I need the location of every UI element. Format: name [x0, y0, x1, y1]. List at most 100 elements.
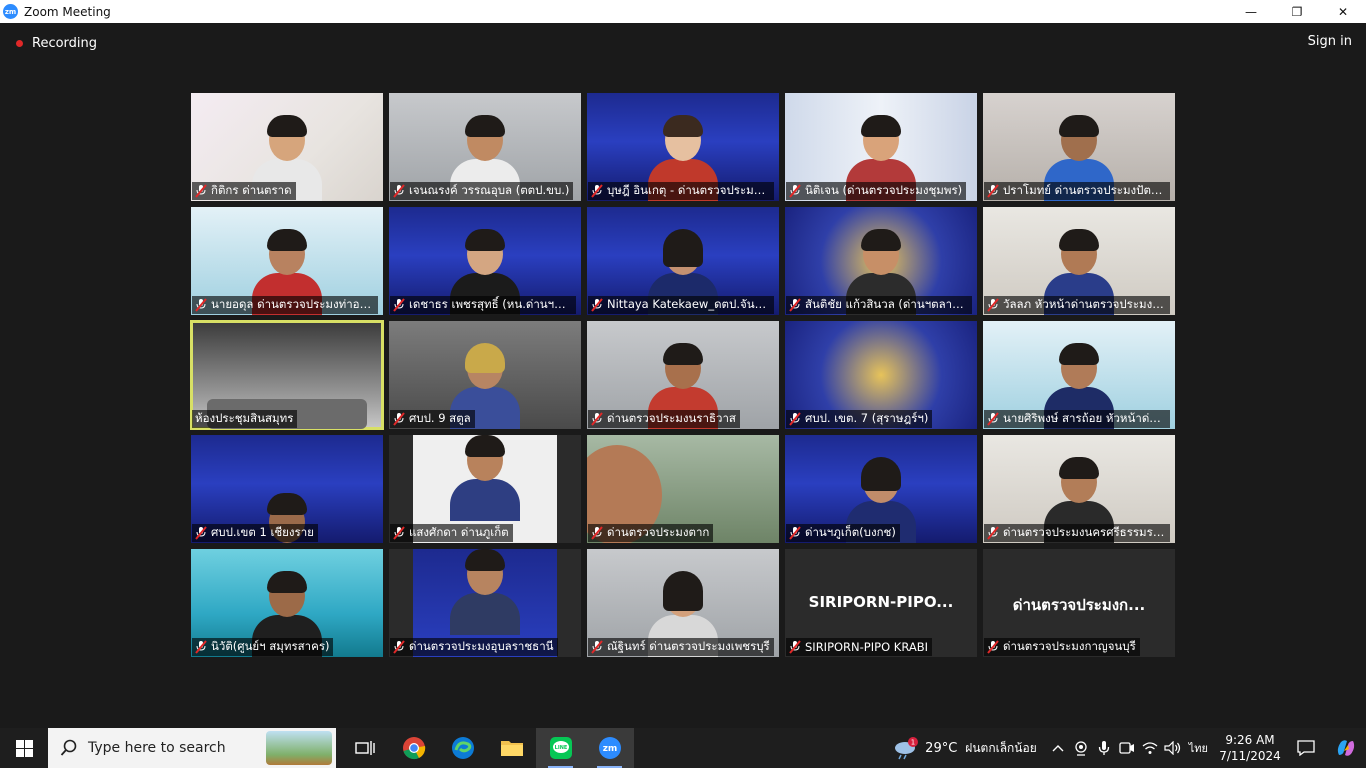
copilot-button[interactable]	[1326, 728, 1366, 768]
svg-text:LINE: LINE	[554, 745, 567, 751]
zoom-taskbar-button[interactable]: zm	[585, 728, 634, 768]
participant-name-tag: ณัฐินทร์ ด่านตรวจประมงเพชรบุรี	[588, 638, 774, 656]
participant-name-tag: เจนณรงค์ วรรณอุบล (ตตป.ขบ.)	[390, 182, 574, 200]
edge-taskbar-button[interactable]	[438, 728, 487, 768]
window-title: Zoom Meeting	[24, 4, 111, 19]
participant-tile[interactable]: เจนณรงค์ วรรณอุบล (ตตป.ขบ.)	[389, 93, 581, 201]
weather-temperature: 29°C	[925, 740, 958, 756]
participant-tile[interactable]: บุษฎี อินเกตุ - ด่านตรวจประมงช...	[587, 93, 779, 201]
participant-tile[interactable]: ศบป.เขต 1 เชียงราย	[191, 435, 383, 543]
webcam-icon	[1075, 741, 1087, 756]
participant-tile[interactable]: แสงศักดา ด่านภูเก็ต	[389, 435, 581, 543]
participant-tile[interactable]: ศบป. เขต. 7 (สุราษฎร์ฯ)	[785, 321, 977, 429]
participant-name: แสงศักดา ด่านภูเก็ต	[409, 525, 509, 539]
participant-tile-active-speaker[interactable]: ห้องประชุมสินสมุทร	[190, 320, 384, 430]
participant-name-tag: ด่านฯภูเก็ต(บงกช)	[786, 524, 900, 542]
participant-tile[interactable]: ด่านตรวจประมงอุบลราชธานี	[389, 549, 581, 657]
meet-now-tray-button[interactable]	[1116, 728, 1139, 768]
recording-indicator[interactable]: Recording	[10, 32, 103, 54]
search-placeholder: Type here to search	[88, 740, 226, 756]
show-hidden-icons-button[interactable]	[1047, 728, 1070, 768]
participant-tile[interactable]: นายศิริพงษ์ สารถ้อย หัวหน้าด่า...	[983, 321, 1175, 429]
line-app-icon: LINE	[549, 737, 572, 759]
participant-tile[interactable]: ปราโมทย์ ด่านตรวจประมงปัตตานี	[983, 93, 1175, 201]
camera-tray-button[interactable]	[1070, 728, 1093, 768]
mic-muted-icon	[789, 640, 801, 654]
folder-icon	[500, 741, 523, 756]
taskbar-clock[interactable]: 9:26 AM 7/11/2024	[1214, 732, 1286, 764]
chrome-taskbar-button[interactable]	[389, 728, 438, 768]
participant-tile[interactable]: นายอดุล ด่านตรวจประมงท่าอา...	[191, 207, 383, 315]
weather-widget[interactable]: 1 29°C ฝนตกเล็กน้อย	[893, 736, 1037, 760]
participant-tile[interactable]: ด่านฯภูเก็ต(บงกช)	[785, 435, 977, 543]
maximize-button[interactable]: ❐	[1274, 0, 1320, 23]
participant-center-name: SIRIPORN-PIPO...	[808, 593, 954, 611]
participant-tile[interactable]: วัลลภ หัวหน้าด่านตรวจประมงสุร...	[983, 207, 1175, 315]
participant-name: ด่านตรวจประมงนครศรีธรรมราช	[1003, 525, 1166, 539]
participant-name-tag: SIRIPORN-PIPO KRABI	[786, 638, 932, 656]
line-taskbar-button[interactable]: LINE	[536, 728, 585, 768]
mic-muted-icon	[591, 412, 603, 426]
task-view-button[interactable]	[340, 728, 389, 768]
search-highlight-image	[266, 731, 332, 765]
window-controls: — ❐ ✕	[1228, 0, 1366, 23]
zoom-icon: zm	[598, 737, 621, 759]
mic-muted-icon	[987, 526, 999, 540]
participant-name: บุษฎี อินเกตุ - ด่านตรวจประมงช...	[607, 183, 770, 197]
wifi-tray-button[interactable]	[1139, 728, 1162, 768]
participant-tile[interactable]: ด่านตรวจประมงก... ด่านตรวจประมงกาญจนบุรี	[983, 549, 1175, 657]
participant-tile[interactable]: ด่านตรวจประมงนราธิวาส	[587, 321, 779, 429]
participant-tile[interactable]: นิวัติ(ศูนย์ฯ สมุทรสาคร)	[191, 549, 383, 657]
mic-muted-icon	[393, 526, 405, 540]
participant-name-tag: Nittaya Katekaew_ดตป.จันทบุรี	[588, 296, 774, 314]
participant-tile[interactable]: ด่านตรวจประมงนครศรีธรรมราช	[983, 435, 1175, 543]
participant-tile[interactable]: กิติกร ด่านตราด	[191, 93, 383, 201]
participant-tile[interactable]: ด่านตรวจประมงตาก	[587, 435, 779, 543]
participant-tile[interactable]: สันติชัย แก้วสินวล (ด่านฯตลาดกร...	[785, 207, 977, 315]
participant-name: ด่านตรวจประมงนราธิวาส	[607, 411, 736, 425]
sign-in-button[interactable]: Sign in	[1308, 34, 1352, 49]
participant-tile[interactable]: นิติเจน (ด่านตรวจประมงชุมพร)	[785, 93, 977, 201]
participant-name-tag: แสงศักดา ด่านภูเก็ต	[390, 524, 513, 542]
participant-tile[interactable]: SIRIPORN-PIPO... SIRIPORN-PIPO KRABI	[785, 549, 977, 657]
participant-name: ด่านตรวจประมงอุบลราชธานี	[409, 639, 554, 653]
notification-center-button[interactable]	[1286, 728, 1326, 768]
input-language-indicator[interactable]: ไทย	[1189, 739, 1208, 757]
volume-tray-button[interactable]	[1162, 728, 1185, 768]
participant-name: ศบป.เขต 1 เชียงราย	[211, 525, 314, 539]
participant-name: Nittaya Katekaew_ดตป.จันทบุรี	[607, 297, 770, 311]
mic-muted-icon	[789, 526, 801, 540]
participant-name-tag: ห้องประชุมสินสมุทร	[192, 410, 298, 428]
microphone-icon	[1099, 741, 1110, 755]
participant-name: เจนณรงค์ วรรณอุบล (ตตป.ขบ.)	[409, 183, 570, 197]
window-titlebar: zm Zoom Meeting — ❐ ✕	[0, 0, 1366, 23]
participant-name: ปราโมทย์ ด่านตรวจประมงปัตตานี	[1003, 183, 1166, 197]
participant-name: วัลลภ หัวหน้าด่านตรวจประมงสุร...	[1003, 297, 1166, 311]
participant-tile[interactable]: ศบป. 9 สตูล	[389, 321, 581, 429]
participant-name-tag: นิวัติ(ศูนย์ฯ สมุทรสาคร)	[192, 638, 334, 656]
participant-name-tag: วัลลภ หัวหน้าด่านตรวจประมงสุร...	[984, 296, 1170, 314]
participant-name-tag: ด่านตรวจประมงนครศรีธรรมราช	[984, 524, 1170, 542]
microphone-tray-button[interactable]	[1093, 728, 1116, 768]
edge-icon	[451, 737, 474, 759]
mic-muted-icon	[987, 184, 999, 198]
participant-tile[interactable]: Nittaya Katekaew_ดตป.จันทบุรี	[587, 207, 779, 315]
close-button[interactable]: ✕	[1320, 0, 1366, 23]
participant-tile[interactable]: เดชาธร เพชรสุทธิ์ (หน.ด่านฯดอ...	[389, 207, 581, 315]
participant-name: นายอดุล ด่านตรวจประมงท่าอา...	[211, 297, 374, 311]
taskbar-search-box[interactable]: Type here to search	[48, 728, 336, 768]
participant-name: นายศิริพงษ์ สารถ้อย หัวหน้าด่า...	[1003, 411, 1166, 425]
start-button[interactable]	[0, 728, 48, 768]
weather-condition: ฝนตกเล็กน้อย	[965, 740, 1037, 755]
minimize-button[interactable]: —	[1228, 0, 1274, 23]
mic-muted-icon	[393, 640, 405, 654]
participant-name-tag: นิติเจน (ด่านตรวจประมงชุมพร)	[786, 182, 967, 200]
participant-tile[interactable]: ณัฐินทร์ ด่านตรวจประมงเพชรบุรี	[587, 549, 779, 657]
file-explorer-taskbar-button[interactable]	[487, 728, 536, 768]
participant-name-tag: เดชาธร เพชรสุทธิ์ (หน.ด่านฯดอ...	[390, 296, 576, 314]
mic-muted-icon	[393, 412, 405, 426]
participant-name-tag: ด่านตรวจประมงตาก	[588, 524, 714, 542]
mic-muted-icon	[789, 184, 801, 198]
mic-muted-icon	[393, 184, 405, 198]
rain-cloud-icon: 1	[895, 737, 919, 760]
